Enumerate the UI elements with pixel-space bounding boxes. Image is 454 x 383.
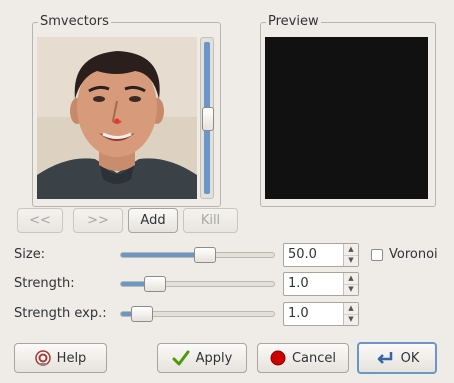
strength-slider[interactable] bbox=[120, 276, 275, 292]
smvectors-title: Smvectors bbox=[38, 14, 111, 30]
size-slider-thumb[interactable] bbox=[194, 247, 217, 263]
size-label: Size: bbox=[14, 247, 46, 262]
help-button-label: Help bbox=[56, 350, 87, 366]
vector-scrollbar-thumb[interactable] bbox=[202, 107, 214, 131]
strength-decrement-icon[interactable]: ▼ bbox=[344, 283, 358, 296]
strength-spinbutton[interactable]: 1.0 ▲ ▼ bbox=[283, 272, 359, 296]
help-button[interactable]: Help bbox=[14, 343, 107, 373]
voronoi-label[interactable]: Voronoi bbox=[389, 247, 438, 263]
previous-button[interactable]: << bbox=[17, 208, 63, 233]
strength-slider-thumb[interactable] bbox=[143, 276, 166, 292]
apply-button[interactable]: Apply bbox=[157, 343, 247, 373]
strength-increment-icon[interactable]: ▲ bbox=[344, 273, 358, 284]
strength-exp-increment-icon[interactable]: ▲ bbox=[344, 303, 358, 314]
strength-exp-spinbutton[interactable]: 1.0 ▲ ▼ bbox=[283, 302, 359, 326]
cancel-stop-icon bbox=[270, 350, 286, 366]
size-spinbutton[interactable]: 50.0 ▲ ▼ bbox=[283, 243, 359, 267]
size-slider[interactable] bbox=[120, 247, 275, 263]
kill-button[interactable]: Kill bbox=[183, 208, 238, 233]
next-button-label: >> bbox=[87, 213, 109, 228]
size-decrement-icon[interactable]: ▼ bbox=[344, 254, 358, 267]
strength-label: Strength: bbox=[14, 276, 75, 291]
face-photo bbox=[37, 37, 197, 199]
apply-check-icon bbox=[172, 350, 190, 366]
help-icon bbox=[34, 350, 51, 366]
next-button[interactable]: >> bbox=[73, 208, 123, 233]
strength-exp-label: Strength exp.: bbox=[14, 306, 107, 321]
voronoi-checkbox[interactable] bbox=[371, 249, 383, 261]
size-value[interactable]: 50.0 bbox=[284, 244, 343, 266]
kill-button-label: Kill bbox=[200, 213, 221, 228]
strength-exp-slider-thumb[interactable] bbox=[131, 306, 154, 322]
ok-enter-icon bbox=[375, 350, 395, 366]
cancel-button[interactable]: Cancel bbox=[257, 343, 349, 373]
apply-button-label: Apply bbox=[195, 350, 233, 366]
strength-exp-slider[interactable] bbox=[120, 306, 275, 322]
vector-scrollbar[interactable] bbox=[200, 37, 214, 199]
strength-value[interactable]: 1.0 bbox=[284, 273, 343, 295]
previous-button-label: << bbox=[29, 213, 51, 228]
preview-title: Preview bbox=[266, 14, 321, 30]
add-button-label: Add bbox=[140, 213, 166, 228]
add-button[interactable]: Add bbox=[128, 208, 178, 233]
cancel-button-label: Cancel bbox=[291, 350, 337, 366]
strength-exp-decrement-icon[interactable]: ▼ bbox=[344, 313, 358, 326]
strength-exp-value[interactable]: 1.0 bbox=[284, 303, 343, 325]
size-slider-fill bbox=[121, 253, 206, 257]
ok-button-label: OK bbox=[400, 350, 420, 366]
ok-button[interactable]: OK bbox=[357, 342, 437, 374]
face-image[interactable] bbox=[37, 37, 197, 199]
size-increment-icon[interactable]: ▲ bbox=[344, 244, 358, 255]
preview-canvas bbox=[265, 37, 428, 199]
